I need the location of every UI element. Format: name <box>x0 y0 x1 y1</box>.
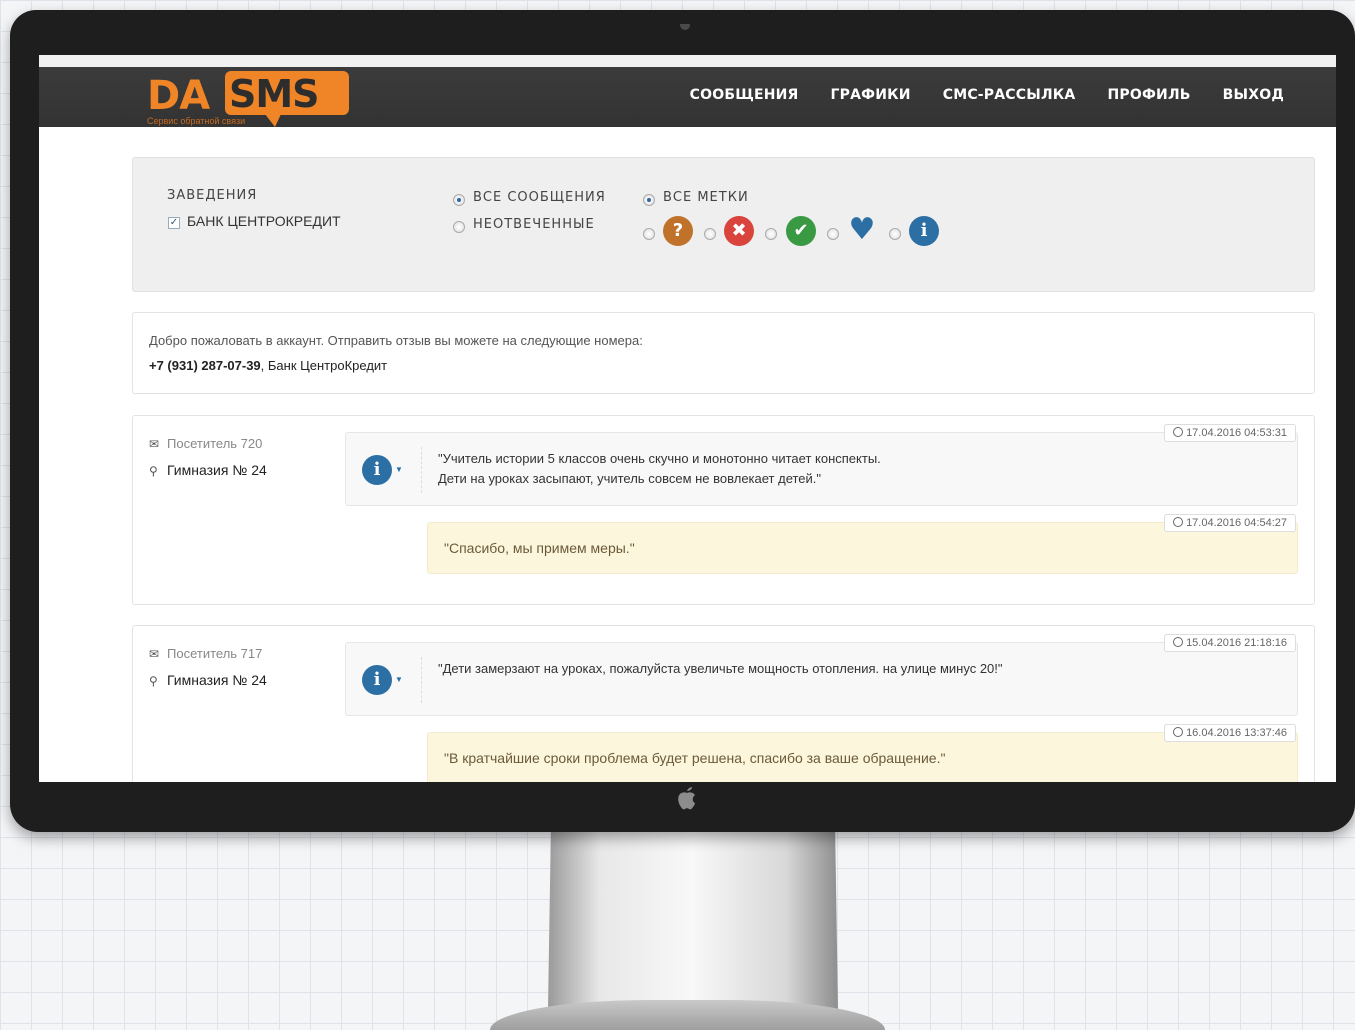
all-tags-label[interactable]: ВСЕ МЕТКИ <box>663 190 749 205</box>
reply-text: "Спасибо, мы примем меры." <box>444 540 635 556</box>
radio-tag-info[interactable] <box>889 228 901 240</box>
message-tag-info-icon[interactable]: i <box>362 665 392 695</box>
bank-name: , Банк ЦентроКредит <box>260 358 388 373</box>
screen: DA SMS Сервис обратной связи СООБЩЕНИЯ Г… <box>39 55 1336 782</box>
chevron-down-icon[interactable]: ▼ <box>395 675 403 684</box>
message-text: "Дети замерзают на уроках, пожалуйста ув… <box>438 661 1003 676</box>
monitor-stand <box>548 828 838 1010</box>
radio-tag-question[interactable] <box>643 228 655 240</box>
message-tag-info-icon[interactable]: i <box>362 455 392 485</box>
nav-messages[interactable]: СООБЩЕНИЯ <box>690 87 799 103</box>
visitor-name: ✉ Посетитель 720 <box>149 436 263 451</box>
nav-profile[interactable]: ПРОФИЛЬ <box>1107 87 1190 103</box>
message-bubble: i ▼ "Учитель истории 5 классов очень ску… <box>345 432 1298 506</box>
logo-sms-text: SMS <box>229 72 320 116</box>
message-card: ✉ Посетитель 720 ⚲ Гимназия № 24 i ▼ "Учит… <box>132 415 1315 605</box>
radio-tag-heart[interactable] <box>827 228 839 240</box>
chevron-down-icon[interactable]: ▼ <box>395 465 403 474</box>
envelope-icon: ✉ <box>149 437 160 451</box>
visitor-place: ⚲ Гимназия № 24 <box>149 672 267 688</box>
check-icon[interactable]: ✔ <box>786 216 816 246</box>
welcome-box: Добро пожаловать в аккаунт. Отправить от… <box>132 312 1315 394</box>
logo-sms-badge: SMS <box>225 71 349 127</box>
main-nav: СООБЩЕНИЯ ГРАФИКИ СМС-РАССЫЛКА ПРОФИЛЬ В… <box>690 87 1284 103</box>
venue-checkbox[interactable]: ✓ <box>168 217 180 229</box>
info-icon[interactable]: i <box>909 216 939 246</box>
reply-timestamp: 16.04.2016 13:37:46 <box>1164 724 1296 742</box>
phone-number: +7 (931) 287-07-39 <box>149 358 261 373</box>
clock-icon <box>1173 517 1184 527</box>
message-card: ✉ Посетитель 717 ⚲ Гимназия № 24 i ▼ "Дети… <box>132 625 1315 782</box>
question-icon[interactable]: ? <box>663 216 693 246</box>
message-text: "Учитель истории 5 классов очень скучно … <box>438 451 881 486</box>
clock-icon <box>1173 427 1184 437</box>
map-pin-icon: ⚲ <box>149 674 158 688</box>
camera-icon <box>680 24 690 30</box>
logo-da-text: DA <box>147 73 210 119</box>
radio-unanswered[interactable] <box>453 221 465 233</box>
top-navbar: DA SMS Сервис обратной связи СООБЩЕНИЯ Г… <box>39 55 1336 127</box>
nav-charts[interactable]: ГРАФИКИ <box>831 87 911 103</box>
all-messages-label[interactable]: ВСЕ СООБЩЕНИЯ <box>473 190 606 205</box>
clock-icon <box>1173 727 1184 737</box>
visitor-name: ✉ Посетитель 717 <box>149 646 263 661</box>
clock-icon <box>1173 637 1184 647</box>
radio-all-messages[interactable] <box>453 194 465 206</box>
nav-sms-mailing[interactable]: СМС-РАССЫЛКА <box>943 87 1076 103</box>
unanswered-label[interactable]: НЕОТВЕЧЕННЫЕ <box>473 217 595 232</box>
venues-label: ЗАВЕДЕНИЯ <box>167 188 258 203</box>
monitor-frame: DA SMS Сервис обратной связи СООБЩЕНИЯ Г… <box>10 10 1355 832</box>
welcome-text: Добро пожаловать в аккаунт. Отправить от… <box>149 333 643 348</box>
nav-logout[interactable]: ВЫХОД <box>1223 87 1284 103</box>
reply-timestamp: 17.04.2016 04:54:27 <box>1164 514 1296 532</box>
divider <box>421 447 422 493</box>
message-timestamp: 15.04.2016 21:18:16 <box>1164 634 1296 652</box>
dasms-logo[interactable]: DA SMS Сервис обратной связи <box>147 71 352 127</box>
message-bubble: i ▼ "Дети замерзают на уроках, пожалуйст… <box>345 642 1298 716</box>
welcome-phone-line: +7 (931) 287-07-39, Банк ЦентроКредит <box>149 358 387 373</box>
venue-option-label[interactable]: БАНК ЦЕНТРОКРЕДИТ <box>187 213 341 229</box>
radio-all-tags[interactable] <box>643 194 655 206</box>
envelope-icon: ✉ <box>149 647 160 661</box>
cross-icon[interactable]: ✖ <box>724 216 754 246</box>
radio-tag-check[interactable] <box>765 228 777 240</box>
divider <box>421 657 422 703</box>
visitor-place: ⚲ Гимназия № 24 <box>149 462 267 478</box>
message-timestamp: 17.04.2016 04:53:31 <box>1164 424 1296 442</box>
heart-icon[interactable]: ♥ <box>847 215 877 245</box>
reply-text: "В кратчайшие сроки проблема будет решен… <box>444 750 946 766</box>
map-pin-icon: ⚲ <box>149 464 158 478</box>
radio-tag-cross[interactable] <box>704 228 716 240</box>
apple-icon <box>678 787 695 810</box>
logo-tagline: Сервис обратной связи <box>147 116 246 126</box>
filter-panel: ЗАВЕДЕНИЯ ✓ БАНК ЦЕНТРОКРЕДИТ ВСЕ СООБЩЕ… <box>132 157 1315 292</box>
